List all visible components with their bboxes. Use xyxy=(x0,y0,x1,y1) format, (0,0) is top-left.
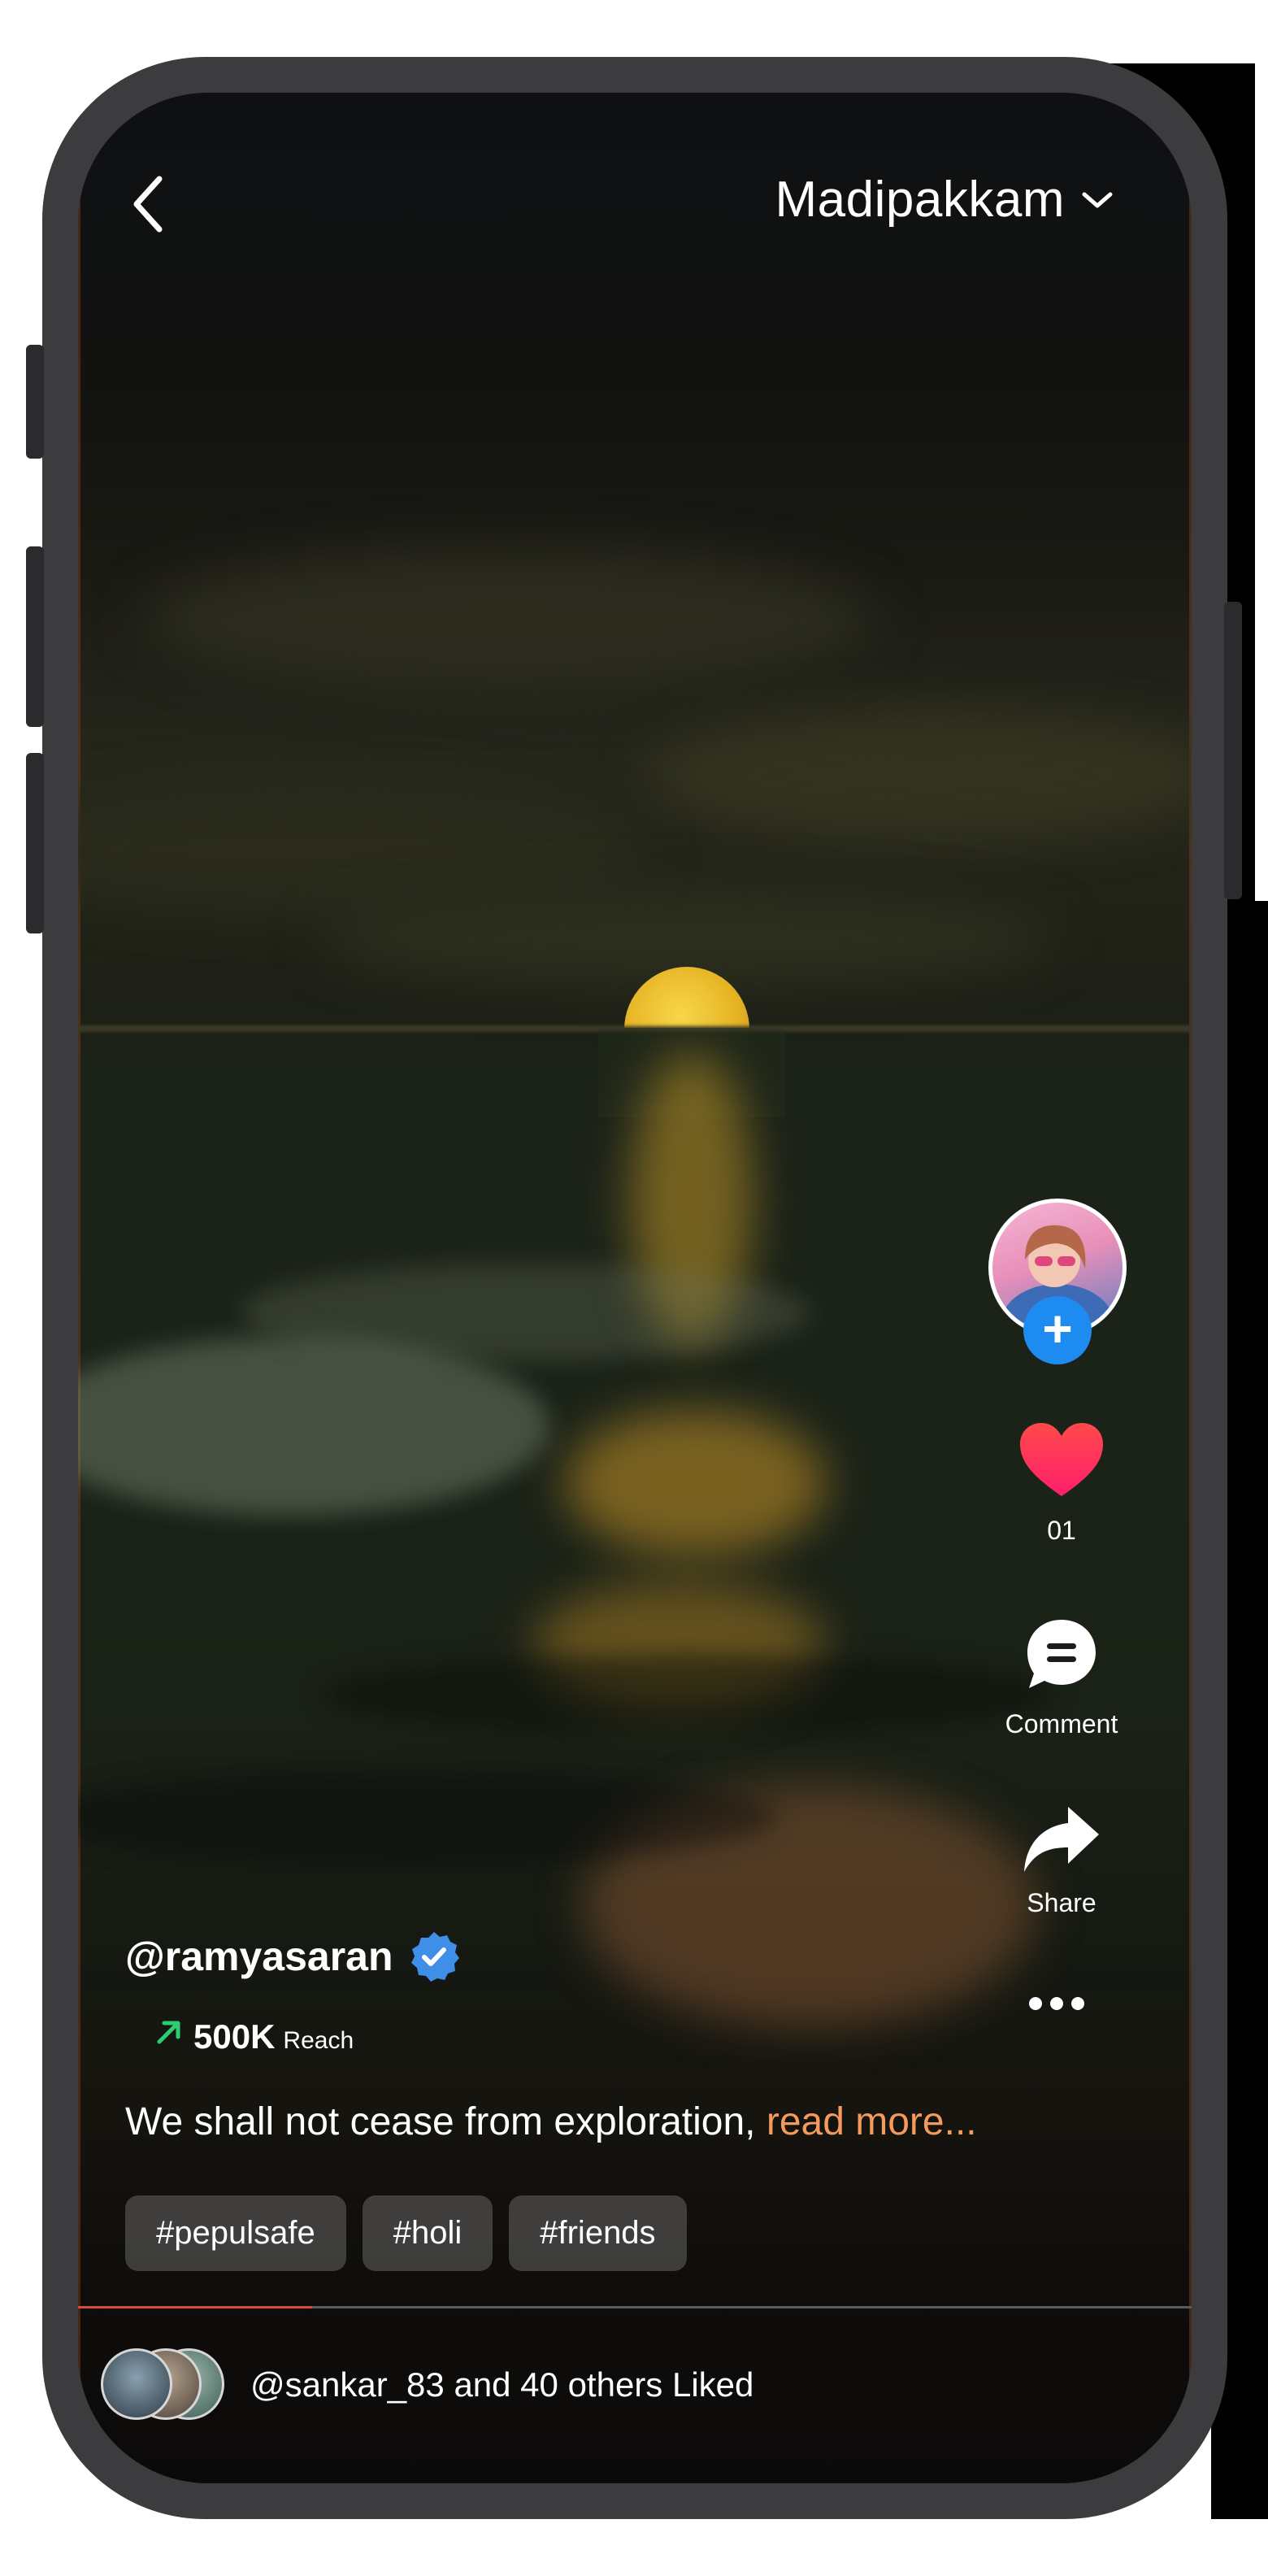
read-more-link[interactable]: read more... xyxy=(766,2100,977,2143)
like-count: 01 xyxy=(1047,1516,1076,1545)
location-selector[interactable]: Madipakkam xyxy=(775,171,1114,228)
reach-stat: 500K Reach xyxy=(153,2016,354,2056)
liker-avatars xyxy=(101,2348,226,2422)
wave-foam xyxy=(78,1337,549,1516)
left-edge-line xyxy=(78,93,80,2483)
share-label: Share xyxy=(1027,1888,1096,1917)
reach-label: Reach xyxy=(283,2027,354,2054)
wave-dark xyxy=(78,1768,777,1865)
moon-reflection xyxy=(566,1410,826,1556)
follow-button[interactable]: + xyxy=(1023,1296,1092,1364)
side-button-top xyxy=(26,345,44,459)
side-button-low xyxy=(26,753,44,933)
side-button-right xyxy=(1224,602,1242,899)
side-button-mid xyxy=(26,546,44,727)
post-caption: We shall not cease from exploration, rea… xyxy=(125,2100,977,2144)
comment-label: Comment xyxy=(1005,1709,1118,1738)
cloud xyxy=(647,711,1192,841)
back-button[interactable] xyxy=(125,168,174,241)
more-dots-icon xyxy=(1029,1997,1084,2010)
wave-dark xyxy=(322,1654,1053,1735)
more-options-button[interactable] xyxy=(1024,1987,1089,2020)
hashtag-chip[interactable]: #friends xyxy=(509,2195,687,2271)
trending-up-icon xyxy=(157,2021,180,2044)
video-progress-fill xyxy=(78,2306,312,2308)
right-edge-line xyxy=(1189,93,1192,2483)
horizon-line xyxy=(78,1026,1192,1031)
username-text: @ramyasaran xyxy=(125,1934,393,1979)
liked-by-row[interactable]: @sankar_83 and 40 others Liked xyxy=(101,2348,753,2422)
comment-action[interactable]: Comment xyxy=(980,1613,1143,1739)
wave-foam xyxy=(241,1264,810,1361)
chevron-down-icon xyxy=(1082,192,1113,207)
like-action[interactable]: 01 xyxy=(980,1420,1143,1546)
hashtag-chip[interactable]: #pepulsafe xyxy=(125,2195,346,2271)
share-icon xyxy=(1024,1807,1099,1872)
chevron-left-icon xyxy=(133,176,163,233)
reach-value: 500K xyxy=(193,2017,276,2056)
caption-text: We shall not cease from exploration, xyxy=(125,2100,766,2143)
creator-username[interactable]: @ramyasaran xyxy=(125,1930,460,1982)
liker-avatar xyxy=(101,2348,172,2420)
share-action[interactable]: Share xyxy=(980,1804,1143,1918)
heart-icon xyxy=(1020,1423,1103,1496)
hashtag-list: #pepulsafe #holi #friends xyxy=(125,2195,687,2271)
hashtag-chip[interactable]: #holi xyxy=(362,2195,493,2271)
liked-by-text: @sankar_83 and 40 others Liked xyxy=(250,2365,754,2404)
phone-screen[interactable]: Madipakkam + 01 Comment Share @ramyasara… xyxy=(78,93,1192,2483)
video-progress-bar[interactable] xyxy=(78,2306,1192,2308)
verified-badge-icon xyxy=(410,1932,459,1982)
cloud xyxy=(143,548,875,694)
location-title: Madipakkam xyxy=(775,172,1065,228)
comment-icon xyxy=(1027,1620,1096,1688)
